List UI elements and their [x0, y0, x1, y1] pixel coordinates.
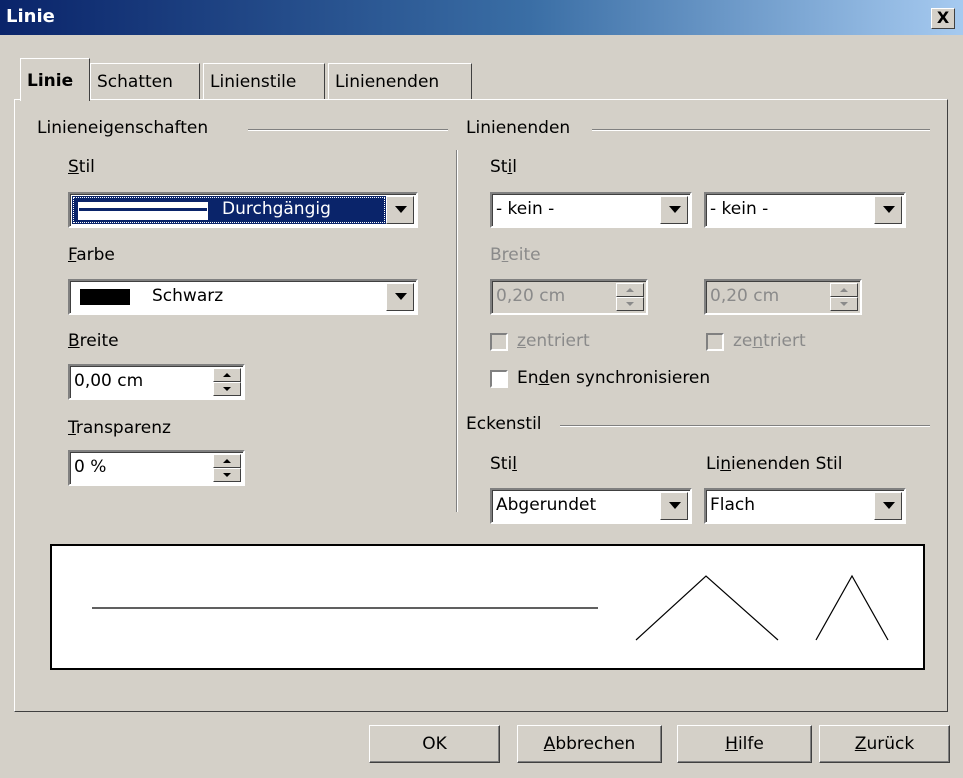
cap-style-select[interactable]: Flach [704, 488, 906, 524]
color-value: Schwarz [152, 286, 224, 306]
spin-up-icon[interactable] [213, 454, 241, 468]
centered-start-checkbox[interactable] [490, 333, 508, 351]
vertical-separator [456, 150, 458, 512]
color-swatch [80, 289, 130, 305]
transparency-spinbox[interactable]: 0 % [68, 450, 245, 486]
group-divider [248, 129, 448, 131]
spin-down-icon[interactable] [830, 297, 858, 311]
group-line-properties: Linieneigenschaften [37, 118, 209, 138]
corner-style-select[interactable]: Abgerundet [490, 488, 692, 524]
preview-wide-angle [635, 575, 779, 641]
group-corner-style: Eckenstil [466, 414, 542, 434]
transparency-value: 0 % [74, 457, 107, 477]
spin-up-icon[interactable] [830, 283, 858, 297]
spin-down-icon[interactable] [213, 382, 241, 396]
spin-buttons[interactable] [213, 368, 241, 396]
preview-narrow-angle [815, 574, 889, 641]
corner-style-label: Stil [490, 454, 517, 474]
spin-down-icon[interactable] [616, 297, 644, 311]
line-start-width-spinbox[interactable]: 0,20 cm [490, 279, 648, 315]
dropdown-arrow-icon[interactable] [874, 492, 902, 520]
line-preview [50, 544, 925, 670]
dropdown-arrow-icon[interactable] [386, 283, 414, 311]
line-ends-style-label: Stil [490, 157, 517, 177]
title-bar: Linie X [0, 0, 963, 35]
tab-schatten[interactable]: Schatten [90, 63, 200, 99]
help-button[interactable]: Hilfe [677, 725, 812, 763]
line-style-preview [78, 202, 208, 220]
selection-highlight: Durchgängig [72, 196, 386, 224]
spin-buttons[interactable] [616, 283, 644, 311]
dropdown-arrow-icon[interactable] [386, 196, 414, 224]
spin-down-icon[interactable] [213, 468, 241, 482]
line-end-value: - kein - [710, 199, 769, 219]
line-end-select[interactable]: - kein - [704, 192, 906, 228]
width-spinbox[interactable]: 0,00 cm [68, 364, 245, 400]
tab-label: Schatten [97, 72, 173, 92]
group-divider [592, 129, 930, 131]
dropdown-arrow-icon[interactable] [660, 492, 688, 520]
cap-style-value: Flach [710, 495, 756, 515]
sync-ends-checkbox[interactable] [490, 370, 508, 388]
tab-label: Linie [27, 71, 74, 91]
width-label: Breite [68, 331, 119, 351]
line-start-width-value: 0,20 cm [496, 286, 566, 306]
centered-start-label: zentriert [517, 331, 590, 351]
cap-style-label: Linienenden Stil [706, 454, 843, 474]
group-line-ends: Linienenden [466, 118, 571, 138]
close-icon: X [936, 8, 950, 27]
dropdown-arrow-icon[interactable] [660, 196, 688, 224]
color-select[interactable]: Schwarz [68, 279, 418, 315]
group-divider [560, 425, 930, 427]
line-start-select[interactable]: - kein - [490, 192, 692, 228]
tab-label: Linienstile [210, 72, 297, 92]
tab-label: Linienenden [335, 72, 440, 92]
line-style-preview-line [79, 208, 207, 211]
centered-end-label: zentriert [733, 331, 806, 351]
tab-linie[interactable]: Linie [20, 58, 90, 101]
line-ends-width-label: Breite [490, 245, 541, 265]
color-label: Farbe [68, 245, 115, 265]
ok-button[interactable]: OK [369, 725, 500, 763]
line-preview-graphic [92, 574, 889, 641]
line-style-value: Durchgängig [222, 199, 331, 219]
sync-ends-label: Enden synchronisieren [517, 368, 711, 388]
spin-up-icon[interactable] [616, 283, 644, 297]
spin-buttons[interactable] [830, 283, 858, 311]
line-end-width-value: 0,20 cm [710, 286, 780, 306]
cancel-button[interactable]: Abbrechen [517, 725, 662, 763]
width-value: 0,00 cm [74, 371, 144, 391]
line-end-width-spinbox[interactable]: 0,20 cm [704, 279, 862, 315]
tab-linienstile[interactable]: Linienstile [203, 63, 325, 99]
spin-up-icon[interactable] [213, 368, 241, 382]
line-style-select[interactable]: Durchgängig [68, 192, 418, 228]
corner-style-value: Abgerundet [496, 495, 597, 515]
dropdown-arrow-icon[interactable] [874, 196, 902, 224]
back-button[interactable]: Zurück [819, 725, 950, 763]
window-title: Linie [6, 6, 55, 27]
spin-buttons[interactable] [213, 454, 241, 482]
close-button[interactable]: X [931, 8, 955, 29]
tab-linienenden[interactable]: Linienenden [328, 63, 472, 99]
style-label: Stil [68, 157, 95, 177]
transparency-label: Transparenz [68, 418, 171, 438]
centered-end-checkbox[interactable] [706, 333, 724, 351]
line-start-value: - kein - [496, 199, 555, 219]
